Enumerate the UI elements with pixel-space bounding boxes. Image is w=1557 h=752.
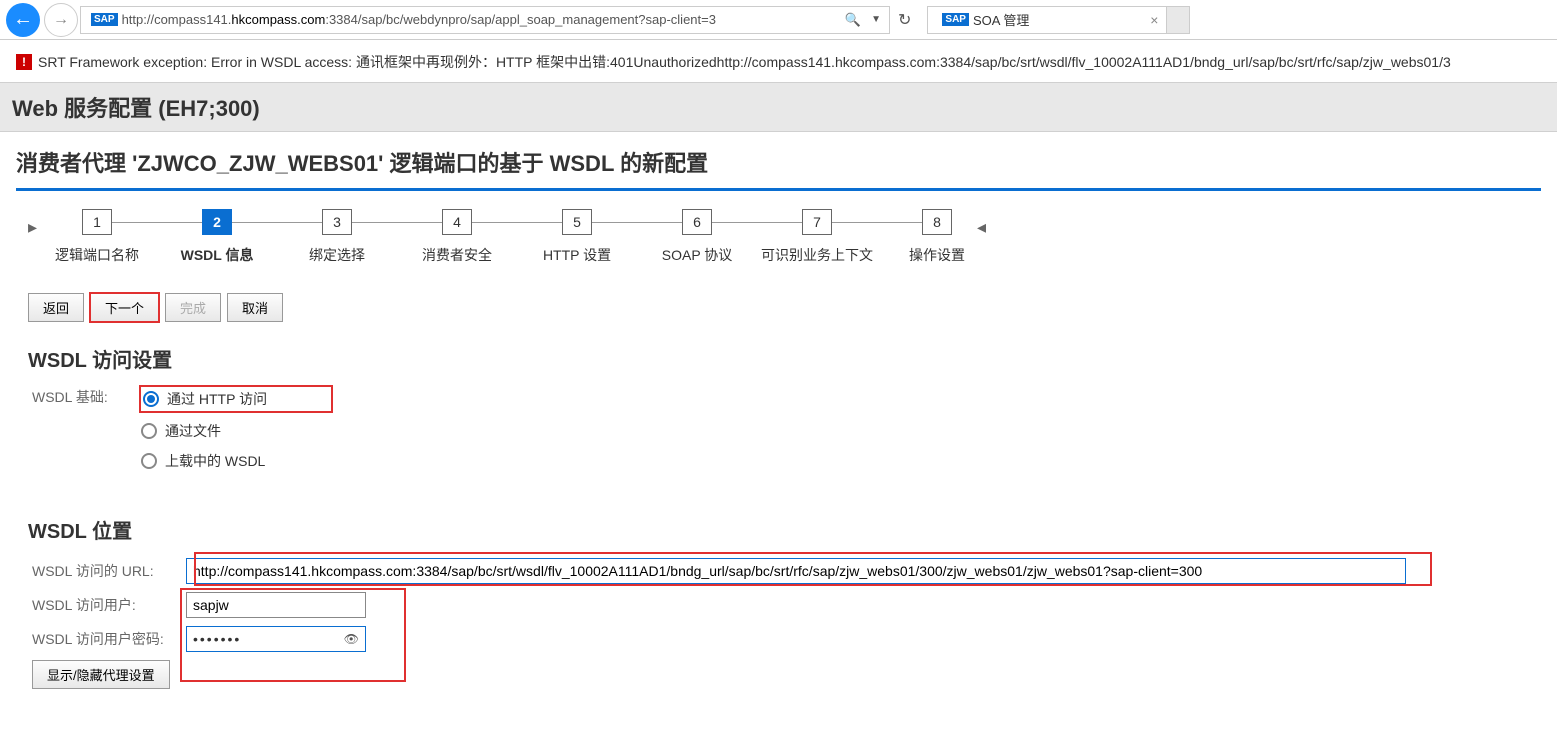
- next-button[interactable]: 下一个: [90, 293, 159, 322]
- back-button[interactable]: ←: [6, 3, 40, 37]
- browser-tab[interactable]: SAP SOA 管理 ×: [927, 6, 1167, 34]
- error-text: SRT Framework exception: Error in WSDL a…: [38, 52, 1451, 72]
- finish-button: 完成: [165, 293, 221, 322]
- radio-upload-wsdl[interactable]: 上载中的 WSDL: [141, 451, 331, 471]
- wizard-start-cap: ▸: [28, 217, 37, 238]
- wizard-step-1[interactable]: 1 逻辑端口名称: [37, 209, 157, 265]
- wsdl-user-label: WSDL 访问用户:: [16, 595, 186, 615]
- wsdl-url-label: WSDL 访问的 URL:: [16, 561, 186, 581]
- sub-title: 消费者代理 'ZJWCO_ZJW_WEBS01' 逻辑端口的基于 WSDL 的新…: [16, 132, 1541, 191]
- radio-icon: [141, 453, 157, 469]
- radio-file-access[interactable]: 通过文件: [141, 421, 331, 441]
- wizard-step-2[interactable]: 2 WSDL 信息: [157, 209, 277, 265]
- wizard-step-5[interactable]: 5 HTTP 设置: [517, 209, 637, 265]
- search-icon[interactable]: 🔍: [845, 12, 861, 28]
- wsdl-pwd-label: WSDL 访问用户密码:: [16, 629, 186, 649]
- wizard-steps: ▸ 1 逻辑端口名称 2 WSDL 信息 3 绑定选择 4 消费者安全 5 HT…: [28, 209, 1541, 265]
- action-buttons: 返回 下一个 完成 取消: [28, 293, 1541, 322]
- refresh-icon[interactable]: ↻: [898, 10, 911, 30]
- wizard-step-8[interactable]: 8 操作设置: [877, 209, 997, 265]
- toggle-proxy-button[interactable]: 显示/隐藏代理设置: [32, 660, 170, 689]
- wizard-step-3[interactable]: 3 绑定选择: [277, 209, 397, 265]
- sap-logo-icon: SAP: [942, 13, 969, 26]
- wizard-step-4[interactable]: 4 消费者安全: [397, 209, 517, 265]
- wsdl-basis-label: WSDL 基础:: [16, 387, 131, 407]
- wsdl-location-title: WSDL 位置: [28, 515, 1541, 544]
- tab-title: SOA 管理: [973, 10, 1029, 29]
- browser-toolbar: ← → SAP http://compass141.hkcompass.com:…: [0, 0, 1557, 40]
- error-icon: !: [16, 54, 32, 70]
- forward-button: →: [44, 3, 78, 37]
- url-text: http://compass141.hkcompass.com:3384/sap…: [122, 12, 839, 27]
- page-title: Web 服务配置 (EH7;300): [0, 82, 1557, 132]
- url-dropdown-icon[interactable]: ▼: [871, 14, 881, 25]
- wsdl-access-title: WSDL 访问设置: [28, 344, 1541, 373]
- back-button[interactable]: 返回: [28, 293, 84, 322]
- close-icon[interactable]: ×: [1150, 12, 1158, 28]
- radio-http-access[interactable]: 通过 HTTP 访问: [143, 389, 267, 409]
- wizard-step-6[interactable]: 6 SOAP 协议: [637, 209, 757, 265]
- new-tab-button[interactable]: [1166, 6, 1190, 34]
- wizard-step-7[interactable]: 7 可识别业务上下文: [757, 209, 877, 265]
- error-message: ! SRT Framework exception: Error in WSDL…: [16, 52, 1541, 72]
- cancel-button[interactable]: 取消: [227, 293, 283, 322]
- radio-icon: [143, 391, 159, 407]
- address-bar[interactable]: SAP http://compass141.hkcompass.com:3384…: [80, 6, 890, 34]
- sap-logo-icon: SAP: [91, 13, 118, 26]
- radio-icon: [141, 423, 157, 439]
- wsdl-basis-row: WSDL 基础: 通过 HTTP 访问 通过文件 上载中的 WSDL: [16, 387, 1541, 481]
